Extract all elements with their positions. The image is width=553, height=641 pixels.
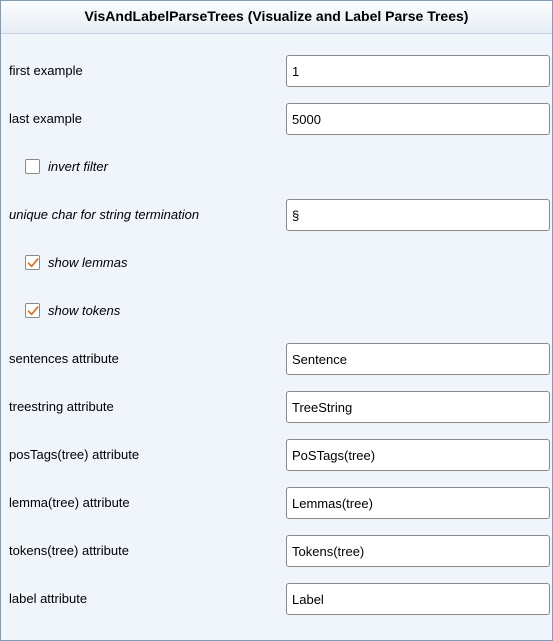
parameters-panel: VisAndLabelParseTrees (Visualize and Lab…	[0, 0, 553, 641]
treestring-attribute-label: treestring attribute	[9, 399, 114, 414]
last-example-row: last example	[1, 103, 552, 135]
unique-char-label: unique char for string termination	[9, 207, 200, 222]
checkmark-icon	[27, 258, 39, 268]
first-example-row: first example	[1, 55, 552, 87]
treestring-attribute-input[interactable]	[286, 391, 550, 423]
treestring-attribute-row: treestring attribute	[1, 391, 552, 423]
postags-attribute-row: posTags(tree) attribute	[1, 439, 552, 471]
sentences-attribute-row: sentences attribute	[1, 343, 552, 375]
lemma-attribute-row: lemma(tree) attribute	[1, 487, 552, 519]
panel-title: VisAndLabelParseTrees (Visualize and Lab…	[1, 1, 552, 34]
label-attribute-row: label attribute	[1, 583, 552, 615]
unique-char-input[interactable]	[286, 199, 550, 231]
show-lemmas-label: show lemmas	[48, 255, 128, 270]
tokens-attribute-label: tokens(tree) attribute	[9, 543, 129, 558]
postags-attribute-input[interactable]	[286, 439, 550, 471]
label-attribute-input[interactable]	[286, 583, 550, 615]
last-example-input[interactable]	[286, 103, 550, 135]
show-tokens-checkbox[interactable]	[25, 303, 40, 318]
checkmark-icon	[27, 306, 39, 316]
tokens-attribute-row: tokens(tree) attribute	[1, 535, 552, 567]
last-example-label: last example	[9, 111, 82, 126]
invert-filter-checkbox[interactable]	[25, 159, 40, 174]
sentences-attribute-label: sentences attribute	[9, 351, 119, 366]
label-attribute-label: label attribute	[9, 591, 88, 606]
postags-attribute-label: posTags(tree) attribute	[9, 447, 140, 462]
invert-filter-label: invert filter	[48, 159, 108, 174]
lemma-attribute-input[interactable]	[286, 487, 550, 519]
show-lemmas-checkbox[interactable]	[25, 255, 40, 270]
first-example-input[interactable]	[286, 55, 550, 87]
sentences-attribute-input[interactable]	[286, 343, 550, 375]
lemma-attribute-label: lemma(tree) attribute	[9, 495, 130, 510]
tokens-attribute-input[interactable]	[286, 535, 550, 567]
first-example-label: first example	[9, 63, 83, 78]
show-tokens-label: show tokens	[48, 303, 121, 318]
unique-char-row: unique char for string termination	[1, 199, 552, 231]
